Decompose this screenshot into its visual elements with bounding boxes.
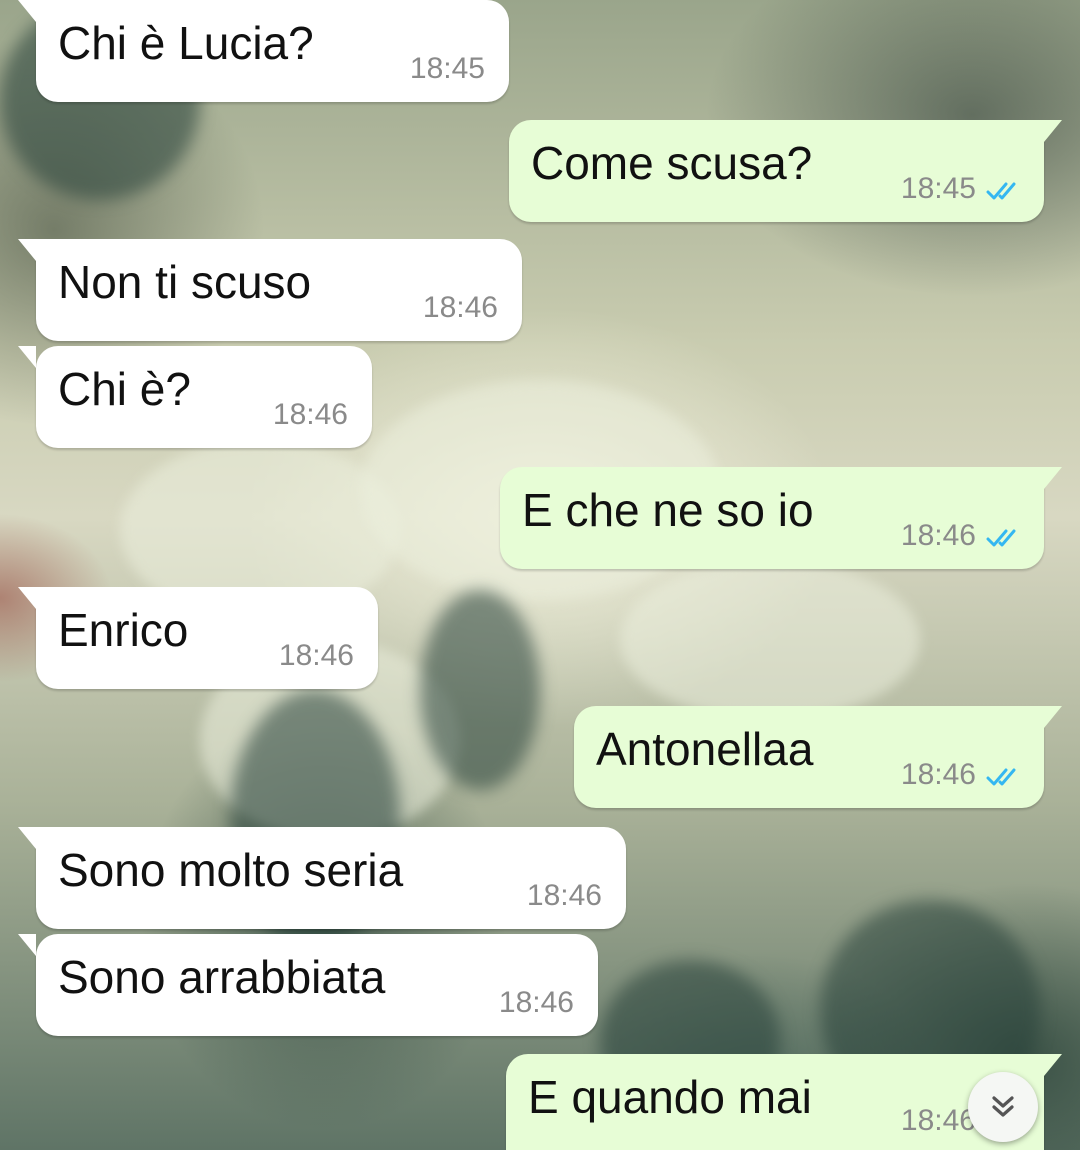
message-time: 18:46 xyxy=(498,986,574,1019)
double-chevron-down-icon xyxy=(992,1096,1014,1117)
message-incoming[interactable]: Chi è? 18:46 xyxy=(18,346,372,448)
message-time: 18:46 xyxy=(900,1104,976,1137)
message-incoming[interactable]: Sono arrabbiata 18:46 xyxy=(18,934,598,1036)
message-text: Chi è? xyxy=(58,363,191,415)
message-time: 18:46 xyxy=(278,639,354,672)
message-text: E quando mai xyxy=(528,1071,812,1123)
message-incoming[interactable]: Sono molto seria 18:46 xyxy=(18,827,626,929)
message-time: 18:45 xyxy=(900,172,976,205)
message-outgoing[interactable]: Antonellaa 18:46 xyxy=(574,706,1062,808)
message-outgoing[interactable]: E che ne so io 18:46 xyxy=(500,467,1062,569)
message-incoming[interactable]: Non ti scuso 18:46 xyxy=(18,239,522,341)
message-text: Enrico xyxy=(58,604,189,656)
message-text: Come scusa? xyxy=(531,137,813,189)
message-time: 18:46 xyxy=(900,519,976,552)
read-ticks-icon xyxy=(986,182,1016,200)
message-text: Sono molto seria xyxy=(58,844,404,896)
read-ticks-icon xyxy=(986,529,1016,547)
read-ticks-icon xyxy=(986,768,1016,786)
message-outgoing[interactable]: E quando mai 18:46 xyxy=(506,1054,1062,1150)
message-time: 18:46 xyxy=(900,758,976,791)
message-text: Antonellaa xyxy=(596,723,814,775)
message-list[interactable]: Chi è Lucia? 18:45 Come scusa? 18:45 Non… xyxy=(0,0,1080,1150)
message-time: 18:45 xyxy=(409,52,485,85)
message-incoming[interactable]: Enrico 18:46 xyxy=(18,587,378,689)
message-time: 18:46 xyxy=(422,291,498,324)
message-time: 18:46 xyxy=(272,398,348,431)
scroll-to-bottom-button[interactable] xyxy=(968,1072,1038,1142)
message-text: Chi è Lucia? xyxy=(58,17,314,69)
message-time: 18:46 xyxy=(526,879,602,912)
message-text: E che ne so io xyxy=(522,484,814,536)
message-text: Non ti scuso xyxy=(58,256,312,308)
message-outgoing[interactable]: Come scusa? 18:45 xyxy=(509,120,1062,222)
message-incoming[interactable]: Chi è Lucia? 18:45 xyxy=(18,0,509,102)
message-text: Sono arrabbiata xyxy=(58,951,386,1003)
